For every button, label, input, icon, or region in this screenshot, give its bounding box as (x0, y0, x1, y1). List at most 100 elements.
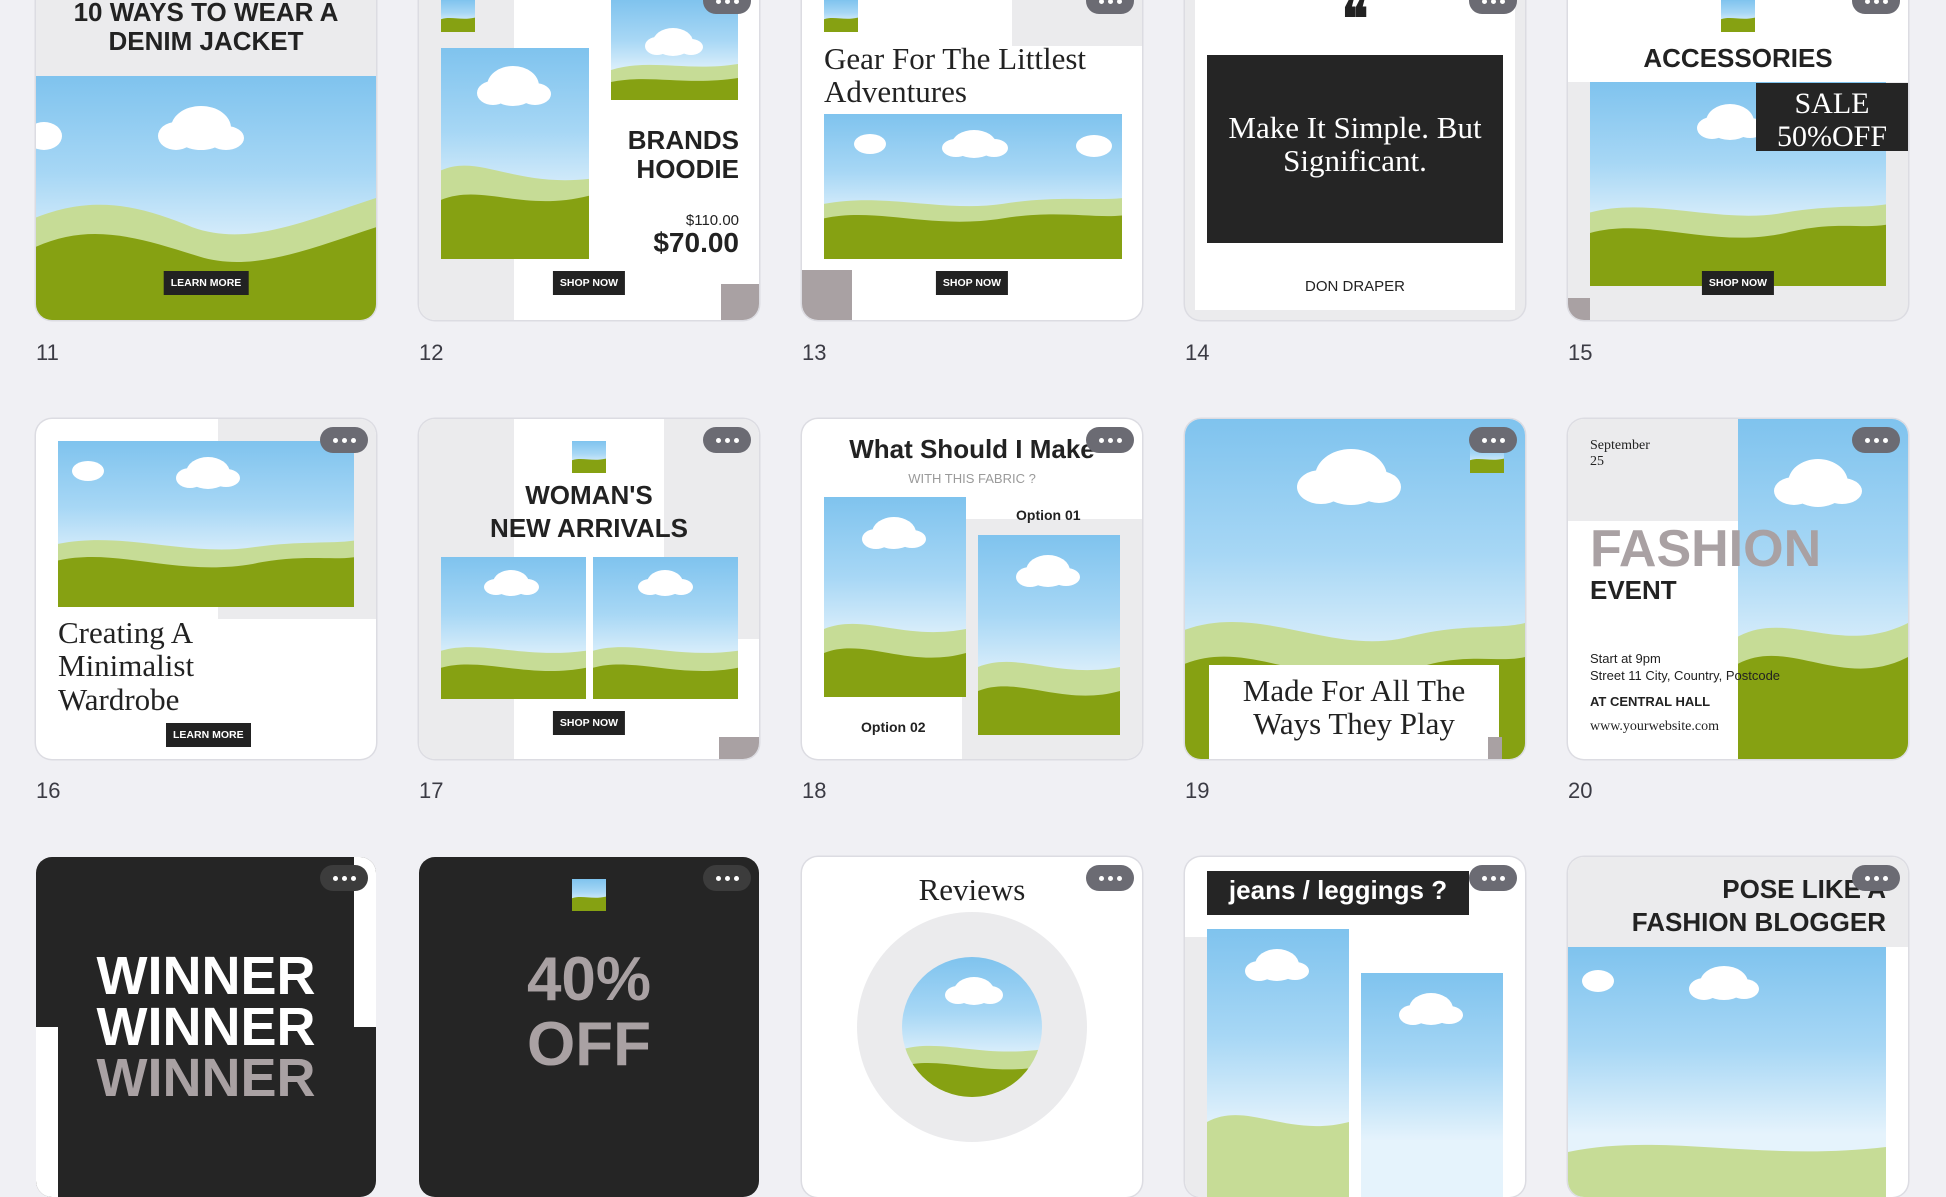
card-title: FASHION (1590, 520, 1822, 578)
template-card-22[interactable]: 40% OFF (419, 857, 759, 1197)
template-number: 19 (1185, 778, 1210, 803)
option-label: Option 02 (861, 719, 926, 735)
template-card-14[interactable]: ❝ Make It Simple. But Significant. DON D… (1185, 0, 1525, 320)
template-card-11[interactable]: 10 WAYS TO WEAR A DENIM JACKET LEARN MOR… (36, 0, 376, 320)
more-options-icon[interactable] (1852, 0, 1900, 14)
template-number: 14 (1185, 340, 1210, 365)
template-number: 11 (36, 340, 59, 365)
image-placeholder-icon (1721, 0, 1755, 32)
image-placeholder (441, 48, 589, 259)
discount-text: 40% (526, 945, 652, 1014)
image-placeholder-icon (572, 441, 606, 473)
sale-line: SALE (1794, 87, 1870, 120)
quote-author: DON DRAPER (1304, 278, 1405, 295)
card-title: WOMAN'S (525, 480, 653, 510)
sale-price: $70.00 (653, 227, 739, 258)
more-options-icon[interactable] (1852, 427, 1900, 453)
card-subtitle: FASHION BLOGGER (1631, 907, 1886, 937)
image-placeholder-icon (441, 0, 475, 32)
template-number: 12 (419, 340, 444, 365)
quote-text: Make It Simple. But Significant. (1228, 110, 1482, 179)
event-address: Street 11 City, Country, Postcode (1590, 668, 1781, 683)
card-subtitle: WITH THIS FABRIC ? (908, 471, 1036, 486)
accent-block (719, 737, 759, 759)
card-subtitle: NEW ARRIVALS (490, 513, 688, 543)
more-options-icon[interactable] (1086, 427, 1134, 453)
template-card-16[interactable]: Creating A Minimalist Wardrobe LEARN MOR… (36, 419, 376, 759)
accent-block (1568, 298, 1590, 320)
shop-now-button[interactable]: SHOP NOW (552, 711, 626, 735)
image-placeholder (978, 535, 1120, 735)
more-options-icon[interactable] (1469, 427, 1517, 453)
event-day: 25 (1590, 454, 1604, 469)
image-placeholder (593, 557, 738, 699)
card-title: POSE LIKE A (1722, 874, 1886, 904)
image-placeholder (1361, 973, 1503, 1197)
image-placeholder (441, 557, 586, 699)
image-placeholder (58, 441, 354, 607)
more-options-icon[interactable] (1852, 865, 1900, 891)
template-number: 18 (802, 778, 827, 803)
more-options-icon[interactable] (703, 427, 751, 453)
template-number: 15 (1568, 340, 1593, 365)
card-background (1568, 419, 1738, 521)
card-title: WINNER (96, 946, 316, 1006)
event-time: Start at 9pm (1590, 651, 1661, 666)
more-options-icon[interactable] (1469, 0, 1517, 14)
image-placeholder (1568, 947, 1886, 1197)
image-placeholder-icon (572, 879, 606, 911)
more-options-icon[interactable] (1469, 865, 1517, 891)
card-title: jeans / leggings ? (1228, 875, 1448, 905)
more-options-icon[interactable] (1086, 0, 1134, 14)
card-background (1185, 937, 1207, 1197)
learn-more-button[interactable]: LEARN MORE (166, 723, 251, 747)
option-label: Option 01 (1016, 507, 1081, 523)
more-options-icon[interactable] (1086, 865, 1134, 891)
more-options-icon[interactable] (703, 0, 751, 14)
shop-now-button[interactable]: SHOP NOW (1701, 271, 1775, 295)
event-venue: AT CENTRAL HALL (1590, 694, 1711, 709)
event-website: www.yourwebsite.com (1590, 719, 1719, 734)
image-placeholder (824, 114, 1122, 259)
card-title: BRANDS HOODIE (627, 125, 739, 184)
template-card-21[interactable]: WINNER WINNER WINNER (36, 857, 376, 1197)
template-card-20[interactable]: September 25 FASHION EVENT Start at 9pm … (1568, 419, 1908, 759)
template-card-19[interactable]: Made For All The Ways They Play (1185, 419, 1525, 759)
template-card-12[interactable]: BRANDS HOODIE $110.00 $70.00 SHOP NOW (419, 0, 759, 320)
template-number: 20 (1568, 778, 1593, 803)
template-number: 13 (802, 340, 827, 365)
template-card-15[interactable]: ACCESSORIES SALE 50%OFF SHOP NOW (1568, 0, 1908, 320)
card-title: Made For All The Ways They Play (1242, 673, 1466, 742)
template-number: 17 (419, 778, 444, 803)
template-card-24[interactable]: jeans / leggings ? (1185, 857, 1525, 1197)
image-placeholder (611, 0, 738, 100)
shop-now-button[interactable]: SHOP NOW (935, 271, 1009, 295)
card-title: WINNER (96, 1048, 316, 1108)
discount-label: OFF (527, 1010, 651, 1079)
image-placeholder-icon (824, 0, 858, 32)
card-subtitle: EVENT (1590, 575, 1677, 605)
more-options-icon[interactable] (703, 865, 751, 891)
accent-block (721, 284, 759, 320)
template-card-17[interactable]: WOMAN'S NEW ARRIVALS SHOP NOW (419, 419, 759, 759)
template-card-18[interactable]: What Should I Make WITH THIS FABRIC ? Op… (802, 419, 1142, 759)
image-placeholder (1207, 929, 1349, 1197)
image-placeholder (902, 957, 1042, 1097)
sale-discount: 50%OFF (1776, 120, 1888, 153)
template-card-25[interactable]: POSE LIKE A FASHION BLOGGER (1568, 857, 1908, 1197)
card-title: ACCESSORIES (1643, 43, 1833, 73)
template-number: 16 (36, 778, 61, 803)
image-placeholder (1738, 419, 1908, 759)
card-title: WINNER (96, 997, 316, 1057)
shop-now-button[interactable]: SHOP NOW (552, 271, 626, 295)
image-placeholder (824, 497, 966, 697)
more-options-icon[interactable] (320, 427, 368, 453)
template-card-13[interactable]: Gear For The Littlest Adventures SHOP NO… (802, 0, 1142, 320)
event-month: September (1590, 438, 1650, 453)
template-card-23[interactable]: Reviews (802, 857, 1142, 1197)
card-title: 10 WAYS TO WEAR A DENIM JACKET (73, 0, 339, 56)
learn-more-button[interactable]: LEARN MORE (163, 271, 249, 295)
accent-block (802, 270, 852, 320)
card-title: Gear For The Littlest Adventures (824, 41, 1087, 110)
more-options-icon[interactable] (320, 865, 368, 891)
